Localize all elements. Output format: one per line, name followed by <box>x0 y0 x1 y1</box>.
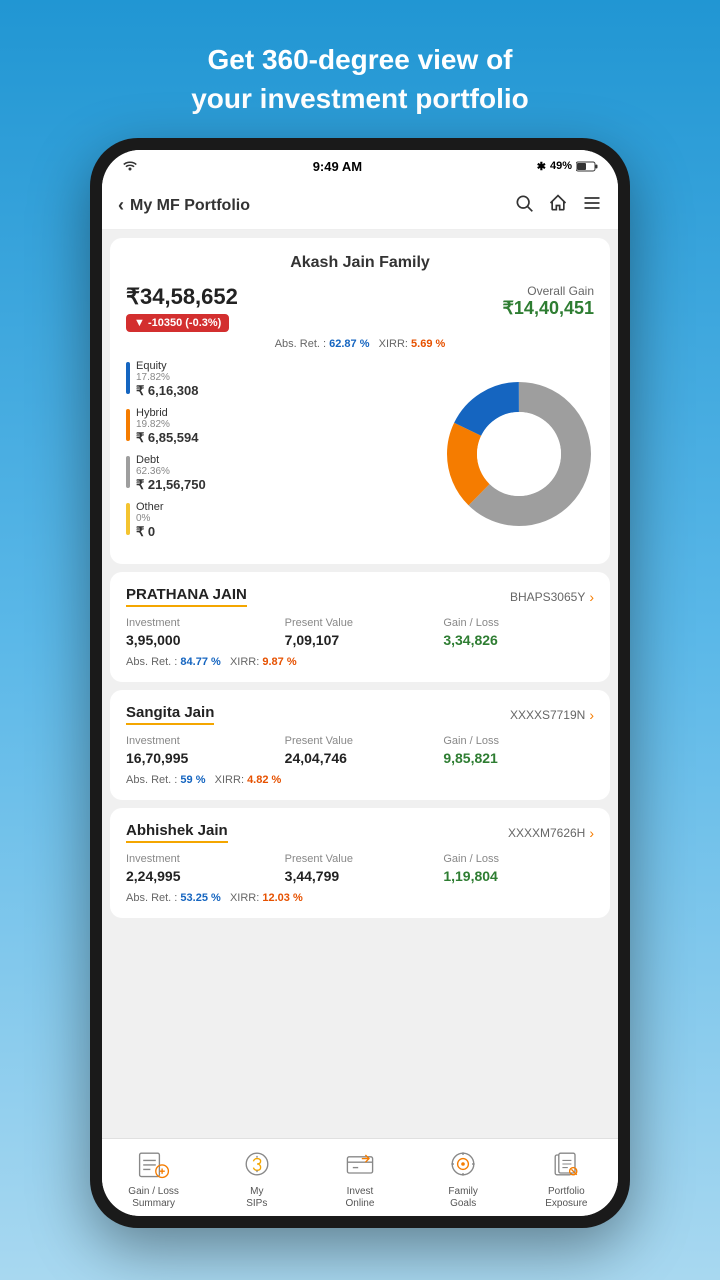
portfolio-exposure-label: PortfolioExposure <box>545 1186 587 1210</box>
phone-frame: 9:49 AM ✱ 49% ‹ My MF Portfolio <box>90 138 630 1228</box>
member-chevron-1[interactable]: › <box>589 707 594 723</box>
bottom-nav: Gain / LossSummary MySIPs <box>102 1138 618 1216</box>
portfolio-summary-card: Akash Jain Family ₹34,58,652 ▼ -10350 (-… <box>110 238 610 564</box>
page-title: My MF Portfolio <box>130 197 250 215</box>
header-line2: your investment portfolio <box>191 83 529 114</box>
legend-other: Other 0% ₹ 0 <box>126 501 432 540</box>
member-stats-2: Investment 2,24,995 Present Value 3,44,7… <box>126 853 594 884</box>
nav-invest-online[interactable]: InvestOnline <box>315 1146 405 1210</box>
hybrid-dot <box>126 409 130 441</box>
member-pan-1[interactable]: XXXXS7719N › <box>510 707 594 723</box>
invest-online-icon <box>342 1146 378 1182</box>
battery-level: 49% <box>550 160 572 172</box>
status-right: ✱ 49% <box>537 160 598 173</box>
family-name: Akash Jain Family <box>126 254 594 272</box>
member-header-0: PRATHANA JAIN BHAPS3065Y › <box>126 586 594 607</box>
debt-info: Debt 62.36% ₹ 21,56,750 <box>136 454 206 493</box>
portfolio-abs-xirr: Abs. Ret. : 62.87 % XIRR: 5.69 % <box>126 338 594 350</box>
nav-gain-loss[interactable]: Gain / LossSummary <box>109 1146 199 1210</box>
member-header-1: Sangita Jain XXXXS7719N › <box>126 704 594 725</box>
invest-online-label: InvestOnline <box>346 1186 375 1210</box>
portfolio-change: ▼ -10350 (-0.3%) <box>126 314 229 332</box>
family-goals-label: FamilyGoals <box>448 1186 477 1210</box>
member-card-2: Abhishek Jain XXXXM7626H › Investment 2,… <box>110 808 610 918</box>
member-header-2: Abhishek Jain XXXXM7626H › <box>126 822 594 843</box>
legend-equity: Equity 17.82% ₹ 6,16,308 <box>126 360 432 399</box>
other-dot <box>126 503 130 535</box>
nav-portfolio-exposure[interactable]: PortfolioExposure <box>521 1146 611 1210</box>
stat-gain-loss-1: Gain / Loss 9,85,821 <box>443 735 594 766</box>
member-stats-1: Investment 16,70,995 Present Value 24,04… <box>126 735 594 766</box>
hybrid-info: Hybrid 19.82% ₹ 6,85,594 <box>136 407 199 446</box>
member-card-0: PRATHANA JAIN BHAPS3065Y › Investment 3,… <box>110 572 610 682</box>
overall-gain-value: ₹14,40,451 <box>502 298 594 319</box>
search-icon[interactable] <box>514 193 534 218</box>
member-pan-2[interactable]: XXXXM7626H › <box>508 825 594 841</box>
total-value: ₹34,58,652 <box>126 284 238 310</box>
nav-my-sips[interactable]: MySIPs <box>212 1146 302 1210</box>
overall-gain-label: Overall Gain <box>502 284 594 298</box>
stat-present-value-1: Present Value 24,04,746 <box>285 735 436 766</box>
gain-loss-icon <box>136 1146 172 1182</box>
portfolio-xirr: 5.69 % <box>411 338 445 350</box>
my-sips-icon <box>239 1146 275 1182</box>
stat-investment-2: Investment 2,24,995 <box>126 853 277 884</box>
donut-chart <box>444 379 594 529</box>
member-name-2: Abhishek Jain <box>126 822 228 843</box>
menu-icon[interactable] <box>582 193 602 218</box>
nav-right <box>514 193 602 218</box>
stat-investment-0: Investment 3,95,000 <box>126 617 277 648</box>
portfolio-main: ₹34,58,652 ▼ -10350 (-0.3%) Overall Gain… <box>126 284 594 332</box>
portfolio-right: Overall Gain ₹14,40,451 <box>502 284 594 319</box>
phone-screen: 9:49 AM ✱ 49% ‹ My MF Portfolio <box>102 150 618 1216</box>
member-pan-0[interactable]: BHAPS3065Y › <box>510 589 594 605</box>
portfolio-exposure-icon <box>548 1146 584 1182</box>
main-content: Akash Jain Family ₹34,58,652 ▼ -10350 (-… <box>102 230 618 1138</box>
member-name-0: PRATHANA JAIN <box>126 586 247 607</box>
stat-gain-loss-2: Gain / Loss 1,19,804 <box>443 853 594 884</box>
legend-debt: Debt 62.36% ₹ 21,56,750 <box>126 454 432 493</box>
portfolio-abs-ret: 62.87 % <box>329 338 369 350</box>
member-abs-xirr-0: Abs. Ret. : 84.77 % XIRR: 9.87 % <box>126 656 594 668</box>
member-abs-xirr-1: Abs. Ret. : 59 % XIRR: 4.82 % <box>126 774 594 786</box>
member-abs-xirr-2: Abs. Ret. : 53.25 % XIRR: 12.03 % <box>126 892 594 904</box>
gain-loss-label: Gain / LossSummary <box>128 1186 179 1210</box>
header-line1: Get 360-degree view of <box>207 44 512 75</box>
member-stats-0: Investment 3,95,000 Present Value 7,09,1… <box>126 617 594 648</box>
nav-left[interactable]: ‹ My MF Portfolio <box>118 195 250 216</box>
portfolio-left: ₹34,58,652 ▼ -10350 (-0.3%) <box>126 284 238 332</box>
member-chevron-2[interactable]: › <box>589 825 594 841</box>
status-bar: 9:49 AM ✱ 49% <box>102 150 618 182</box>
top-nav: ‹ My MF Portfolio <box>102 182 618 230</box>
legend-hybrid: Hybrid 19.82% ₹ 6,85,594 <box>126 407 432 446</box>
my-sips-label: MySIPs <box>246 1186 267 1210</box>
stat-present-value-0: Present Value 7,09,107 <box>285 617 436 648</box>
stat-gain-loss-0: Gain / Loss 3,34,826 <box>443 617 594 648</box>
status-time: 9:49 AM <box>313 159 362 174</box>
page-header: Get 360-degree view of your investment p… <box>191 40 529 118</box>
nav-family-goals[interactable]: FamilyGoals <box>418 1146 508 1210</box>
wifi-icon <box>122 160 138 172</box>
back-button[interactable]: ‹ <box>118 195 124 216</box>
bluetooth-icon: ✱ <box>537 160 546 173</box>
equity-dot <box>126 362 130 394</box>
stat-investment-1: Investment 16,70,995 <box>126 735 277 766</box>
family-goals-icon <box>445 1146 481 1182</box>
battery-icon <box>576 161 598 172</box>
chart-section: Equity 17.82% ₹ 6,16,308 Hybrid 19.82% ₹… <box>126 360 594 548</box>
equity-info: Equity 17.82% ₹ 6,16,308 <box>136 360 199 399</box>
home-icon[interactable] <box>548 193 568 218</box>
member-card-1: Sangita Jain XXXXS7719N › Investment 16,… <box>110 690 610 800</box>
member-name-1: Sangita Jain <box>126 704 214 725</box>
debt-dot <box>126 456 130 488</box>
member-chevron-0[interactable]: › <box>589 589 594 605</box>
other-info: Other 0% ₹ 0 <box>136 501 164 540</box>
chart-legend: Equity 17.82% ₹ 6,16,308 Hybrid 19.82% ₹… <box>126 360 432 548</box>
stat-present-value-2: Present Value 3,44,799 <box>285 853 436 884</box>
